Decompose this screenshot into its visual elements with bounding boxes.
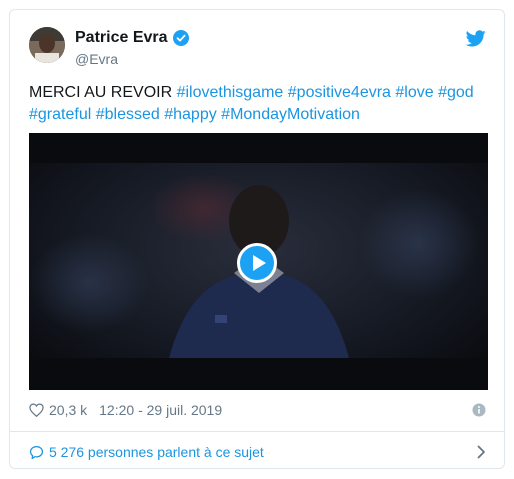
- user-name[interactable]: Patrice Evra: [75, 29, 168, 47]
- tweet-card: Patrice Evra @Evra MERCI AU REVOIR #ilov…: [9, 9, 505, 469]
- hashtag-link[interactable]: #happy: [164, 106, 217, 123]
- divider: [10, 431, 504, 432]
- hashtag-link[interactable]: #love: [395, 84, 433, 101]
- tweet-header: Patrice Evra @Evra: [29, 27, 486, 73]
- tweet-meta: 20,3 k 12:20 - 29 juil. 2019: [29, 402, 486, 418]
- hashtag-link[interactable]: #blessed: [96, 106, 160, 123]
- tweet-timestamp[interactable]: 12:20 - 29 juil. 2019: [99, 402, 222, 418]
- heart-icon[interactable]: [29, 403, 44, 418]
- twitter-bird-icon[interactable]: [465, 30, 486, 47]
- video-player[interactable]: [29, 133, 488, 390]
- conversation-link[interactable]: 5 276 personnes parlent à ce sujet: [29, 442, 486, 462]
- verified-badge-icon: [172, 30, 189, 46]
- like-count[interactable]: 20,3 k: [49, 402, 87, 418]
- avatar[interactable]: [29, 27, 65, 63]
- chevron-right-icon[interactable]: [477, 445, 486, 459]
- tweet-lead-text: MERCI AU REVOIR: [29, 84, 177, 101]
- speech-bubble-icon: [29, 445, 44, 460]
- tweet-text: MERCI AU REVOIR #ilovethisgame #positive…: [29, 82, 489, 126]
- user-names: Patrice Evra @Evra: [75, 28, 189, 67]
- hashtag-link[interactable]: #grateful: [29, 106, 91, 123]
- hashtag-link[interactable]: #god: [438, 84, 474, 101]
- info-icon[interactable]: [472, 403, 486, 417]
- hashtag-link[interactable]: #positive4evra: [288, 84, 391, 101]
- hashtag-link[interactable]: #ilovethisgame: [177, 84, 284, 101]
- user-handle[interactable]: @Evra: [75, 51, 189, 67]
- play-icon[interactable]: [237, 243, 277, 283]
- hashtag-link[interactable]: #MondayMotivation: [221, 106, 360, 123]
- conversation-count[interactable]: 5 276 personnes parlent à ce sujet: [49, 444, 264, 460]
